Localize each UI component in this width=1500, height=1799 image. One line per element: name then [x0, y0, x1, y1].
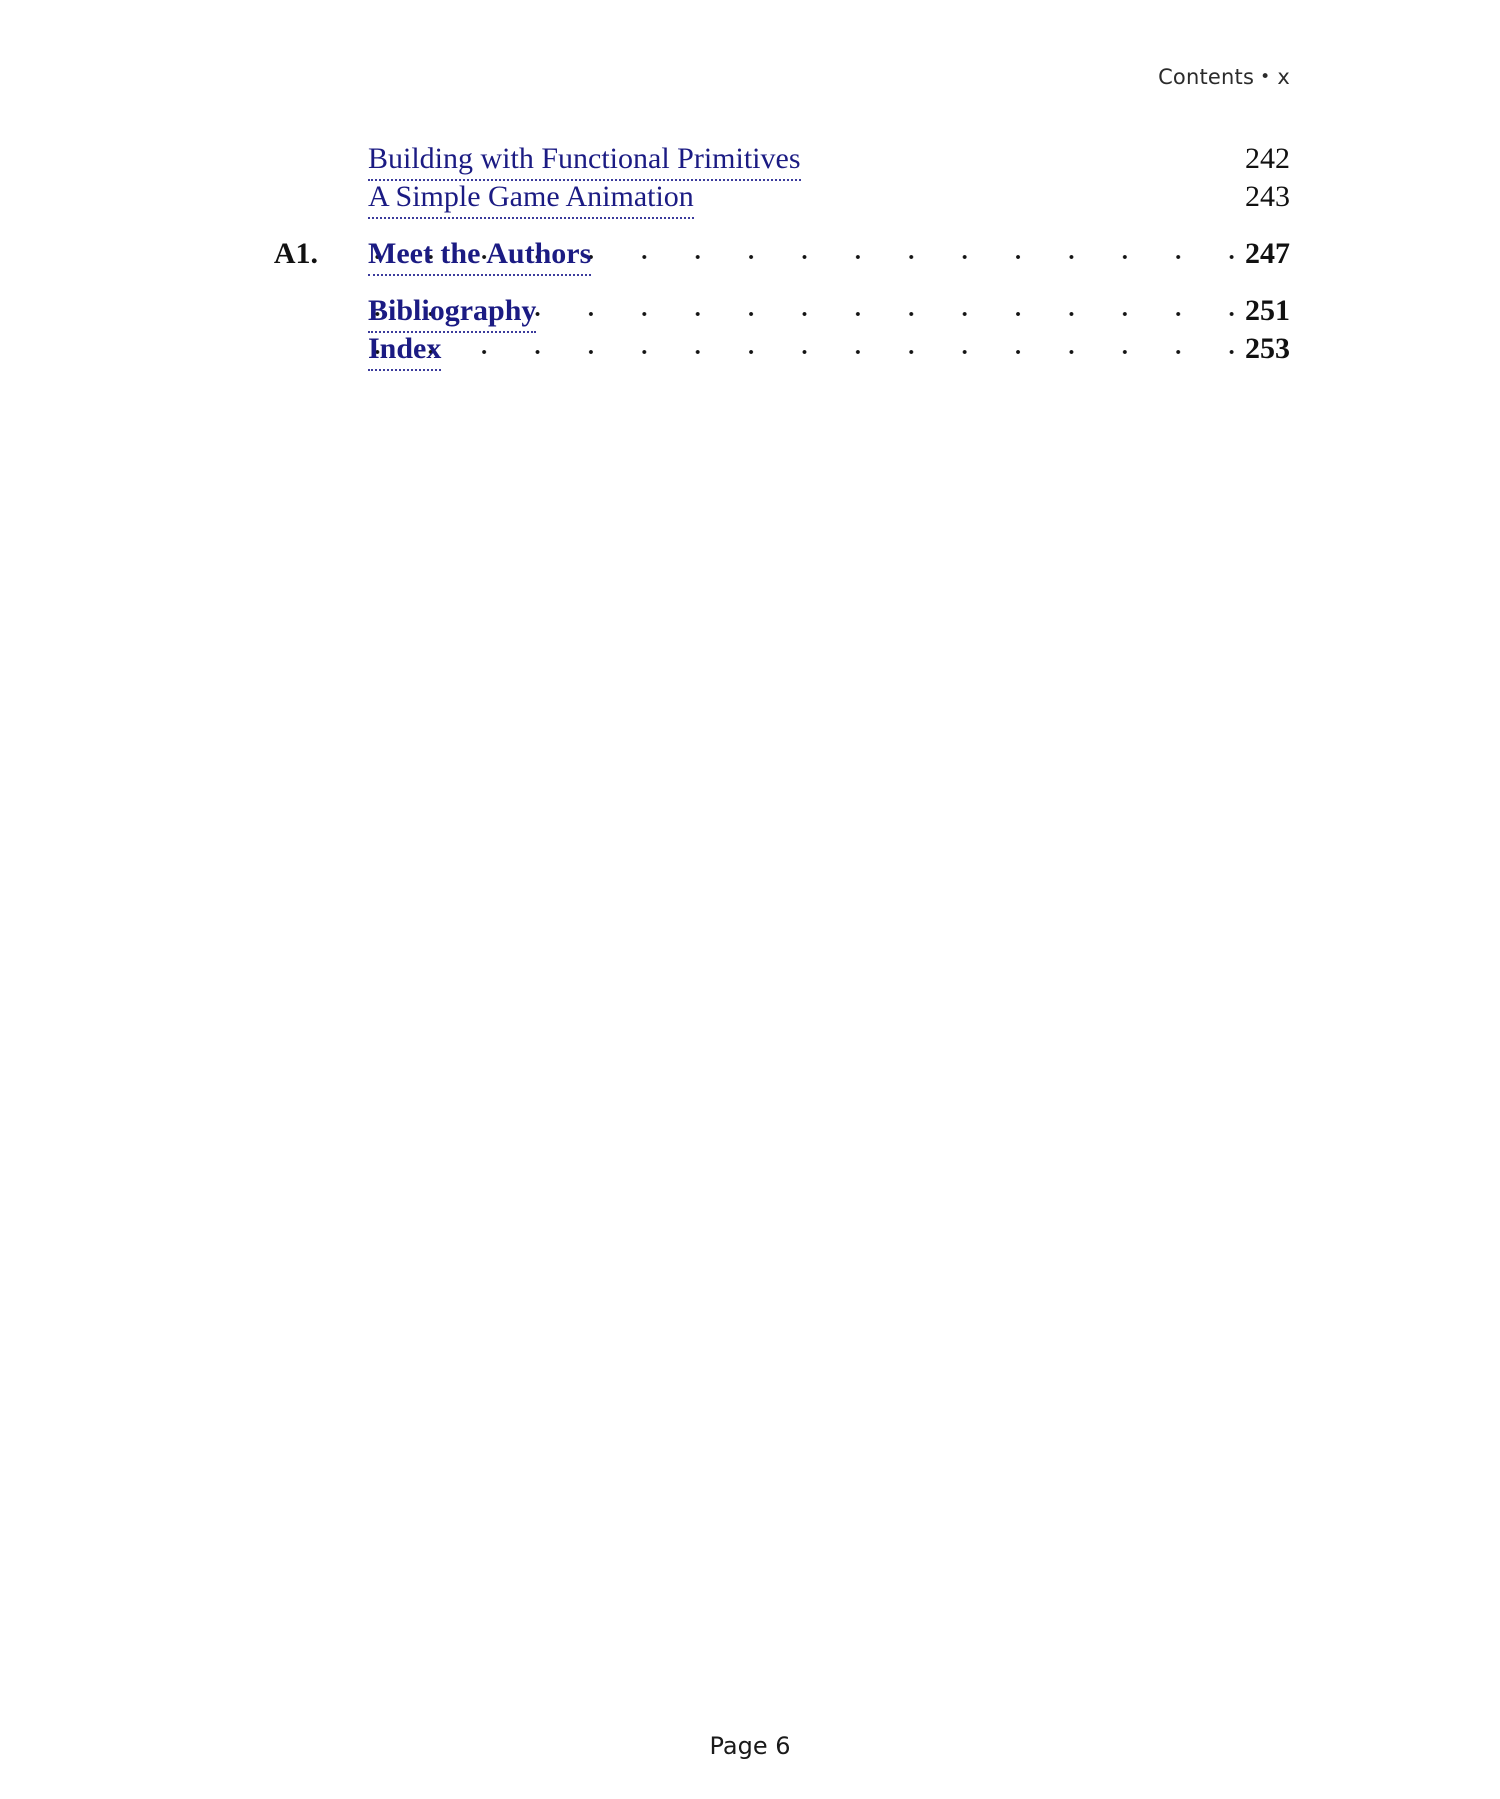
running-header-separator-bullet: •: [1260, 67, 1271, 87]
toc-entry-title-wrap: Bibliography: [368, 292, 537, 333]
page-footer-label: Page 6: [709, 1732, 791, 1760]
page-footer: Page 6: [0, 1731, 1500, 1761]
table-of-contents: Building with Functional Primitives 242 A …: [0, 140, 1500, 371]
running-header-folio: x: [1277, 65, 1290, 89]
toc-entry[interactable]: A Simple Game Animation 243: [0, 178, 1500, 219]
toc-entry[interactable]: Index 253: [0, 330, 1500, 371]
toc-entry[interactable]: Building with Functional Primitives 242: [0, 140, 1500, 181]
toc-entry[interactable]: A1. Meet the Authors 247: [0, 235, 1500, 276]
toc-entry-title-wrap: Index: [368, 330, 442, 371]
running-header-label: Contents: [1158, 65, 1255, 89]
toc-leader-dots: [368, 330, 1282, 368]
toc-entry-title-wrap: A Simple Game Animation: [368, 178, 694, 219]
document-page: Contents • x Building with Functional Prim…: [0, 0, 1500, 1799]
running-header: Contents • x: [0, 63, 1290, 93]
toc-entry-link[interactable]: Bibliography: [368, 292, 537, 333]
toc-entry-title-wrap: Meet the Authors: [368, 235, 592, 276]
toc-entry-link[interactable]: Meet the Authors: [368, 235, 592, 276]
toc-entry-link[interactable]: A Simple Game Animation: [368, 178, 694, 219]
toc-entry-number: A1.: [273, 237, 318, 270]
toc-entry-page-number: 253: [1245, 332, 1290, 365]
toc-leader-dots-fill: [368, 349, 1282, 359]
toc-entry-link[interactable]: Index: [368, 330, 442, 371]
toc-entry-title-wrap: Building with Functional Primitives: [368, 140, 801, 181]
toc-entry-page-number: 243: [1245, 180, 1290, 213]
toc-entry-page-number: 251: [1245, 294, 1290, 327]
toc-entry-link[interactable]: Building with Functional Primitives: [368, 140, 801, 181]
toc-entry[interactable]: Bibliography 251: [0, 292, 1500, 333]
toc-entry-page-number: 242: [1245, 142, 1290, 175]
toc-entry-page-number: 247: [1245, 237, 1290, 270]
